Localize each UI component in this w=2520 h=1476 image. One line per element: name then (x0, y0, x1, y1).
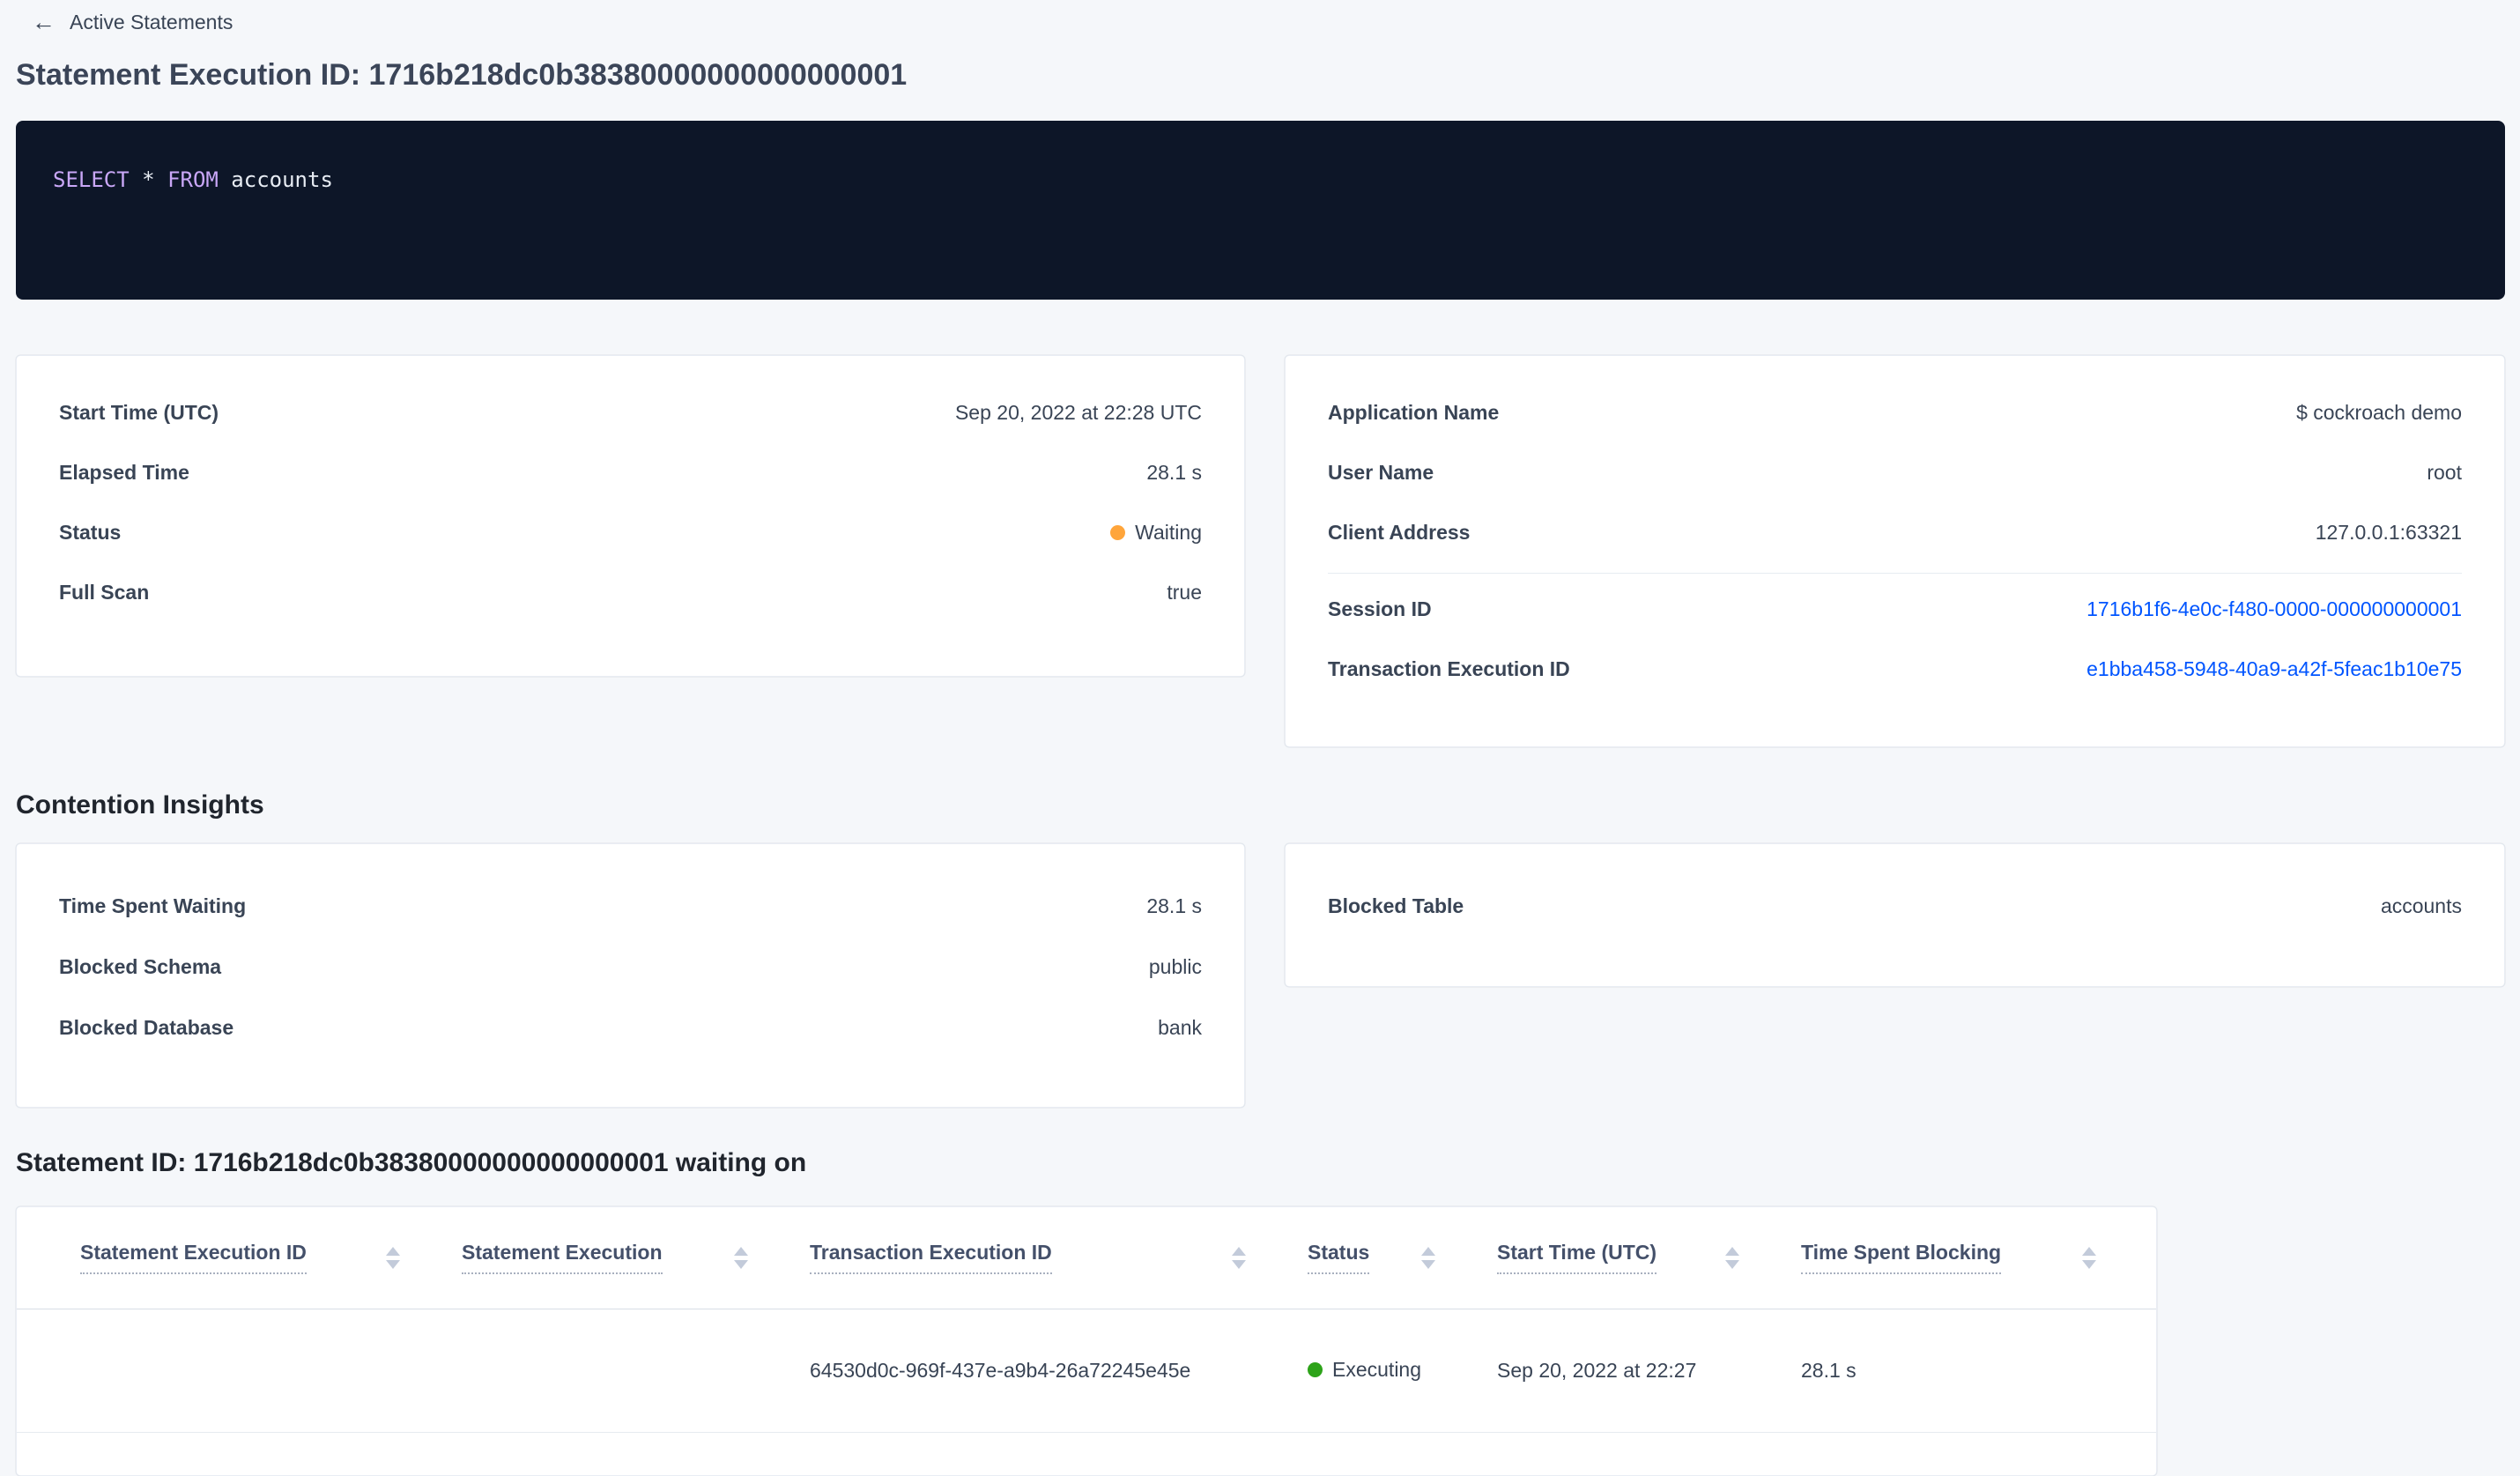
back-link-label: Active Statements (70, 11, 233, 33)
sql-statement-box: SELECT * FROM accounts (16, 121, 2505, 300)
kv-label: Time Spent Waiting (59, 894, 247, 917)
cell-statement-execution-id (17, 1309, 462, 1433)
table-row: 64530d0c-969f-437e-a9b4-26a72245e45e Exe… (17, 1309, 2156, 1433)
cell-start-time: Sep 20, 2022 at 22:27 (1497, 1309, 1801, 1433)
sql-text: * (129, 167, 168, 192)
cell-status: Executing (1308, 1309, 1497, 1433)
blocked-table-card: Blocked Table accounts (1285, 843, 2505, 987)
statement-execution-page: ← Active Statements Statement Execution … (0, 0, 2520, 1476)
kv-value: true (1167, 580, 1202, 604)
page-title: Statement Execution ID: 1716b218dc0b3838… (16, 58, 908, 92)
table-header-row: Statement Execution ID Statement Executi… (17, 1207, 2156, 1309)
column-header-transaction-execution-id[interactable]: Transaction Execution ID (810, 1207, 1308, 1309)
kv-label: User Name (1328, 460, 1434, 484)
kv-row-application-name: Application Name $ cockroach demo (1328, 382, 2462, 442)
back-arrow-icon: ← (32, 9, 56, 35)
kv-row-full-scan: Full Scan true (59, 562, 1202, 622)
status-badge: Waiting (1110, 521, 1202, 545)
kv-label: Session ID (1328, 597, 1432, 620)
overview-cards-row: Start Time (UTC) Sep 20, 2022 at 22:28 U… (16, 355, 2505, 747)
waiting-on-heading: Statement ID: 1716b218dc0b38380000000000… (16, 1148, 807, 1177)
executing-status-dot-icon (1308, 1362, 1323, 1377)
column-header-statement-execution[interactable]: Statement Execution (462, 1207, 810, 1309)
session-id-link[interactable]: 1716b1f6-4e0c-f480-0000-000000000001 (2086, 597, 2462, 621)
session-details-card: Application Name $ cockroach demo User N… (1285, 355, 2505, 747)
cell-statement-execution (462, 1309, 810, 1433)
kv-value: $ cockroach demo (2296, 400, 2462, 424)
kv-value: 28.1 s (1146, 894, 1202, 917)
waiting-status-dot-icon (1110, 524, 1126, 540)
status-badge: Executing (1308, 1358, 1421, 1382)
transaction-execution-id-link[interactable]: e1bba458-5948-40a9-a42f-5feac1b10e75 (2086, 657, 2462, 681)
kv-label: Blocked Schema (59, 955, 222, 978)
kv-label: Blocked Database (59, 1016, 234, 1039)
column-label: Status (1308, 1241, 1370, 1275)
kv-label: Status (59, 520, 122, 544)
sort-icon (734, 1246, 748, 1269)
waiting-statements-table-card: Statement Execution ID Statement Executi… (16, 1206, 2157, 1476)
waiting-statements-table: Statement Execution ID Statement Executi… (17, 1207, 2156, 1433)
kv-value: root (2427, 460, 2462, 484)
kv-row-user-name: User Name root (1328, 442, 2462, 502)
column-header-statement-execution-id[interactable]: Statement Execution ID (17, 1207, 462, 1309)
kv-label: Full Scan (59, 580, 150, 604)
sql-keyword: SELECT (53, 167, 130, 192)
kv-label: Transaction Execution ID (1328, 656, 1570, 680)
kv-row-client-address: Client Address 127.0.0.1:63321 (1328, 502, 2462, 562)
kv-label: Client Address (1328, 520, 1471, 544)
contention-cards-row: Time Spent Waiting 28.1 s Blocked Schema… (16, 843, 2505, 1108)
kv-label: Start Time (UTC) (59, 400, 219, 424)
column-header-start-time[interactable]: Start Time (UTC) (1497, 1207, 1801, 1309)
kv-value: accounts (2380, 894, 2462, 917)
card-divider (1328, 573, 2462, 574)
kv-value: public (1148, 955, 1202, 978)
cell-time-spent-blocking: 28.1 s (1801, 1309, 2156, 1433)
sort-icon (1725, 1246, 1739, 1269)
sort-icon (2082, 1246, 2096, 1269)
sql-text: accounts (218, 167, 333, 192)
column-label: Statement Execution ID (80, 1241, 307, 1275)
back-to-active-statements-link[interactable]: ← Active Statements (32, 11, 233, 34)
contention-insights-heading: Contention Insights (16, 790, 264, 820)
kv-row-time-spent-waiting: Time Spent Waiting 28.1 s (59, 876, 1202, 937)
kv-row-transaction-execution-id: Transaction Execution ID e1bba458-5948-4… (1328, 639, 2462, 699)
status-text: Waiting (1135, 520, 1202, 544)
kv-row-start-time: Start Time (UTC) Sep 20, 2022 at 22:28 U… (59, 382, 1202, 442)
kv-row-session-id: Session ID 1716b1f6-4e0c-f480-0000-00000… (1328, 579, 2462, 639)
kv-label: Blocked Table (1328, 894, 1464, 917)
kv-value: bank (1158, 1016, 1202, 1039)
cell-transaction-execution-id: 64530d0c-969f-437e-a9b4-26a72245e45e (810, 1309, 1308, 1433)
kv-value: Sep 20, 2022 at 22:28 UTC (954, 400, 1202, 424)
column-label: Start Time (UTC) (1497, 1241, 1657, 1275)
contention-details-card: Time Spent Waiting 28.1 s Blocked Schema… (16, 843, 1245, 1108)
column-label: Transaction Execution ID (810, 1241, 1052, 1275)
column-header-status[interactable]: Status (1308, 1207, 1497, 1309)
sort-icon (1232, 1246, 1246, 1269)
column-label: Statement Execution (462, 1241, 663, 1275)
column-header-time-spent-blocking[interactable]: Time Spent Blocking (1801, 1207, 2156, 1309)
sql-keyword: FROM (167, 167, 219, 192)
kv-label: Elapsed Time (59, 460, 189, 484)
kv-value: 28.1 s (1146, 460, 1202, 484)
status-text: Executing (1332, 1358, 1422, 1381)
kv-row-status: Status Waiting (59, 502, 1202, 562)
execution-details-card: Start Time (UTC) Sep 20, 2022 at 22:28 U… (16, 355, 1245, 677)
kv-value: 127.0.0.1:63321 (2315, 520, 2462, 544)
kv-row-elapsed-time: Elapsed Time 28.1 s (59, 442, 1202, 502)
sort-icon (1421, 1246, 1435, 1269)
kv-row-blocked-database: Blocked Database bank (59, 998, 1202, 1058)
kv-label: Application Name (1328, 400, 1500, 424)
column-label: Time Spent Blocking (1801, 1241, 2002, 1275)
kv-row-blocked-schema: Blocked Schema public (59, 937, 1202, 998)
sort-icon (386, 1246, 400, 1269)
kv-row-blocked-table: Blocked Table accounts (1328, 876, 2462, 937)
